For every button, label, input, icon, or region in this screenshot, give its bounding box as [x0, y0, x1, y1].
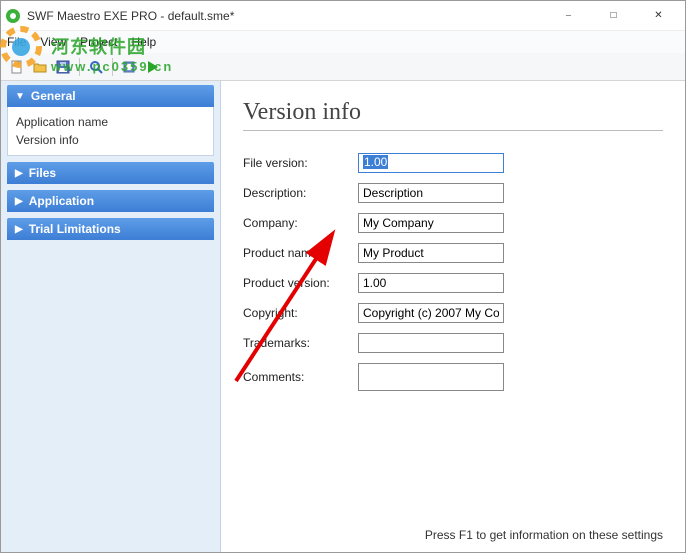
input-trademarks[interactable]: [358, 333, 504, 353]
row-product-version: Product version:: [243, 273, 663, 293]
toolbar: [1, 53, 685, 81]
chevron-right-icon: ▶: [15, 196, 23, 207]
row-description: Description:: [243, 183, 663, 203]
minimize-button[interactable]: –: [546, 2, 591, 30]
label-file-version: File version:: [243, 156, 358, 170]
input-company[interactable]: [358, 213, 504, 233]
row-product-name: Product name:: [243, 243, 663, 263]
save-icon[interactable]: [53, 57, 73, 77]
menu-project[interactable]: Project: [80, 35, 117, 49]
content-area: ▼ General Application name Version info ▶…: [1, 81, 685, 552]
open-icon[interactable]: [30, 57, 50, 77]
label-product-name: Product name:: [243, 246, 358, 260]
panel-files[interactable]: ▶ Files: [7, 162, 214, 184]
chevron-right-icon: ▶: [15, 224, 23, 235]
footer-hint: Press F1 to get information on these set…: [425, 528, 663, 542]
row-comments: Comments:: [243, 363, 663, 391]
find-icon[interactable]: [86, 57, 106, 77]
row-copyright: Copyright:: [243, 303, 663, 323]
panel-label: Trial Limitations: [29, 222, 121, 236]
panel-label: Files: [29, 166, 56, 180]
label-comments: Comments:: [243, 370, 358, 384]
input-product-name[interactable]: [358, 243, 504, 263]
new-icon[interactable]: [7, 57, 27, 77]
close-button[interactable]: ✕: [636, 2, 681, 30]
titlebar: SWF Maestro EXE PRO - default.sme* – □ ✕: [1, 1, 685, 31]
sidebar-item-version-info[interactable]: Version info: [16, 131, 205, 149]
menu-file[interactable]: File: [7, 35, 26, 49]
label-company: Company:: [243, 216, 358, 230]
menu-view[interactable]: View: [40, 35, 66, 49]
sidebar: ▼ General Application name Version info ▶…: [1, 81, 221, 552]
chevron-right-icon: ▶: [15, 168, 23, 179]
page-title: Version info: [243, 99, 663, 131]
selected-text: 1.00: [363, 155, 388, 169]
maximize-button[interactable]: □: [591, 2, 636, 30]
input-comments[interactable]: [358, 363, 504, 391]
label-description: Description:: [243, 186, 358, 200]
panel-general-body: Application name Version info: [7, 107, 214, 156]
label-product-version: Product version:: [243, 276, 358, 290]
row-file-version: File version: 1.00: [243, 153, 663, 173]
panel-general[interactable]: ▼ General: [7, 85, 214, 107]
row-company: Company:: [243, 213, 663, 233]
menubar: File View Project Help: [1, 31, 685, 53]
toolbar-separator: [79, 58, 80, 76]
panel-trial-limitations[interactable]: ▶ Trial Limitations: [7, 218, 214, 240]
main-panel: Version info File version: 1.00 Descript…: [221, 81, 685, 552]
build-icon[interactable]: [119, 57, 139, 77]
panel-application[interactable]: ▶ Application: [7, 190, 214, 212]
input-product-version[interactable]: [358, 273, 504, 293]
label-copyright: Copyright:: [243, 306, 358, 320]
menu-help[interactable]: Help: [132, 35, 157, 49]
row-trademarks: Trademarks:: [243, 333, 663, 353]
sidebar-item-application-name[interactable]: Application name: [16, 113, 205, 131]
window-title: SWF Maestro EXE PRO - default.sme*: [27, 9, 234, 23]
panel-label: General: [31, 89, 76, 103]
input-description[interactable]: [358, 183, 504, 203]
toolbar-separator: [112, 58, 113, 76]
run-icon[interactable]: [142, 57, 162, 77]
input-copyright[interactable]: [358, 303, 504, 323]
window-controls: – □ ✕: [546, 2, 681, 30]
label-trademarks: Trademarks:: [243, 336, 358, 350]
chevron-down-icon: ▼: [15, 91, 25, 102]
app-icon: [5, 8, 21, 24]
panel-label: Application: [29, 194, 94, 208]
